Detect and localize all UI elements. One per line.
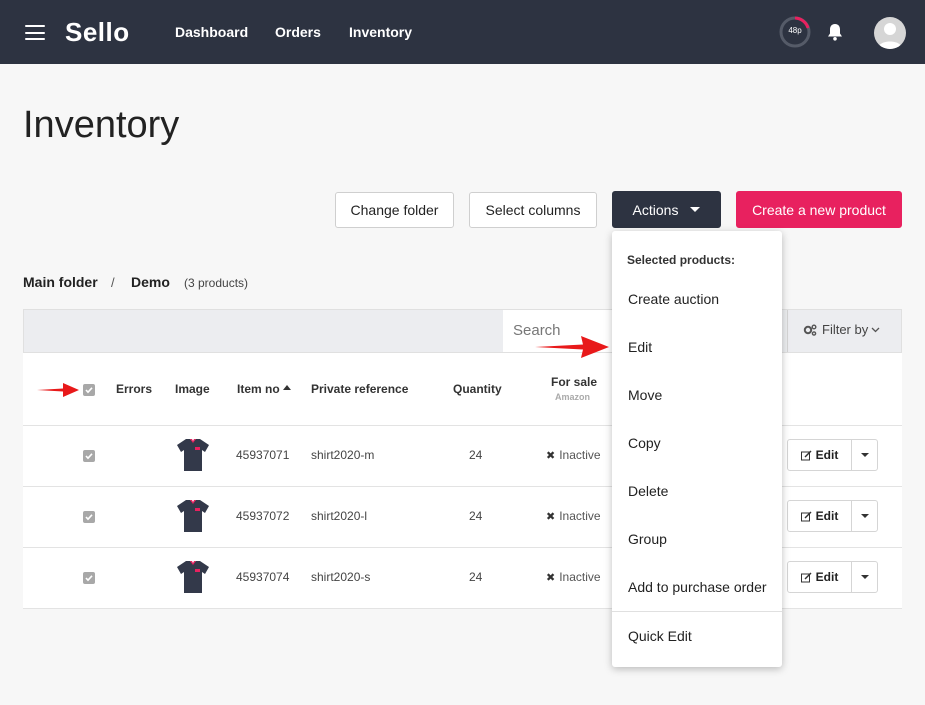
product-count: (3 products) xyxy=(184,276,249,290)
create-product-button[interactable]: Create a new product xyxy=(736,191,902,228)
shirt-thumbnail-icon[interactable] xyxy=(176,498,210,534)
check-icon xyxy=(85,453,93,460)
row-checkbox[interactable] xyxy=(83,511,95,523)
red-arrow-annotation-icon xyxy=(535,336,609,358)
private-reference: shirt2020-l xyxy=(311,509,368,523)
edit-button[interactable]: Edit xyxy=(788,562,852,592)
select-all-checkbox[interactable] xyxy=(83,384,95,396)
actions-dropdown-menu: Selected products: Create auction Edit M… xyxy=(612,231,782,667)
edit-label: Edit xyxy=(815,570,839,584)
status-badge: ✖ Inactive xyxy=(546,509,601,523)
menu-item-add-to-purchase-order[interactable]: Add to purchase order xyxy=(628,579,767,595)
row-edit-split-button: Edit xyxy=(787,500,878,532)
check-icon xyxy=(85,514,93,521)
edit-button[interactable]: Edit xyxy=(788,440,852,470)
menu-item-quick-edit[interactable]: Quick Edit xyxy=(628,628,692,644)
filter-by-button[interactable]: Filter by xyxy=(803,322,885,337)
progress-indicator[interactable]: 48p xyxy=(779,16,811,48)
filter-by-label: Filter by xyxy=(822,322,869,337)
breadcrumb-main-folder[interactable]: Main folder xyxy=(23,274,98,290)
item-no: 45937071 xyxy=(236,448,290,462)
row-checkbox[interactable] xyxy=(83,450,95,462)
edit-dropdown-toggle[interactable] xyxy=(852,501,877,531)
menu-item-create-auction[interactable]: Create auction xyxy=(628,291,719,307)
edit-dropdown-toggle[interactable] xyxy=(852,440,877,470)
edit-icon xyxy=(800,511,812,521)
edit-button[interactable]: Edit xyxy=(788,501,852,531)
private-reference: shirt2020-m xyxy=(311,448,375,462)
app-logo[interactable]: Sello xyxy=(65,17,130,48)
menu-item-move[interactable]: Move xyxy=(628,387,662,403)
caret-down-icon xyxy=(690,207,701,212)
private-reference: shirt2020-s xyxy=(311,570,371,584)
x-icon: ✖ xyxy=(546,510,556,523)
header-image: Image xyxy=(175,382,210,396)
user-avatar[interactable] xyxy=(874,17,906,49)
filter-divider xyxy=(787,310,788,352)
actions-button[interactable]: Actions xyxy=(612,191,721,228)
edit-label: Edit xyxy=(815,448,839,462)
hamburger-menu-icon[interactable] xyxy=(25,25,45,40)
status-label: Inactive xyxy=(559,509,601,523)
x-icon: ✖ xyxy=(546,449,556,462)
edit-dropdown-toggle[interactable] xyxy=(852,562,877,592)
caret-down-icon xyxy=(860,514,869,518)
shirt-thumbnail-icon[interactable] xyxy=(176,437,210,473)
nav-dashboard[interactable]: Dashboard xyxy=(175,24,248,40)
status-label: Inactive xyxy=(559,448,601,462)
menu-item-edit[interactable]: Edit xyxy=(628,339,652,355)
check-icon xyxy=(85,387,93,394)
nav-orders[interactable]: Orders xyxy=(275,24,321,40)
edit-label: Edit xyxy=(815,509,839,523)
user-silhouette-icon xyxy=(878,23,902,49)
header-item-no-label: Item no xyxy=(237,382,280,396)
row-edit-split-button: Edit xyxy=(787,561,878,593)
bell-icon[interactable] xyxy=(825,22,845,42)
sort-up-icon xyxy=(283,385,292,390)
red-arrow-annotation-icon xyxy=(37,383,79,397)
status-label: Inactive xyxy=(559,570,601,584)
shirt-thumbnail-icon[interactable] xyxy=(176,559,210,595)
menu-item-group[interactable]: Group xyxy=(628,531,667,547)
item-no: 45937074 xyxy=(236,570,290,584)
row-edit-split-button: Edit xyxy=(787,439,878,471)
gears-icon xyxy=(803,324,817,336)
header-errors[interactable]: Errors xyxy=(116,382,152,396)
menu-item-copy[interactable]: Copy xyxy=(628,435,661,451)
top-navbar: Sello Dashboard Orders Inventory 48p xyxy=(0,0,925,64)
status-badge: ✖ Inactive xyxy=(546,570,601,584)
chevron-down-icon xyxy=(871,327,880,332)
page-title: Inventory xyxy=(23,104,180,146)
status-badge: ✖ Inactive xyxy=(546,448,601,462)
dropdown-header: Selected products: xyxy=(627,253,736,267)
x-icon: ✖ xyxy=(546,571,556,584)
breadcrumb-separator: / xyxy=(111,275,115,290)
nav-inventory[interactable]: Inventory xyxy=(349,24,412,40)
item-no: 45937072 xyxy=(236,509,290,523)
header-private-reference[interactable]: Private reference xyxy=(311,382,408,396)
edit-icon xyxy=(800,450,812,460)
quantity: 24 xyxy=(469,570,483,584)
check-icon xyxy=(85,575,93,582)
edit-icon xyxy=(800,572,812,582)
header-quantity[interactable]: Quantity xyxy=(453,382,502,396)
caret-down-icon xyxy=(860,575,869,579)
quantity: 24 xyxy=(469,448,483,462)
header-for-sale[interactable]: For sale xyxy=(551,375,597,389)
header-for-sale-channel: Amazon xyxy=(555,392,591,402)
change-folder-button[interactable]: Change folder xyxy=(335,192,454,228)
quantity: 24 xyxy=(469,509,483,523)
progress-label: 48p xyxy=(788,26,802,35)
caret-down-icon xyxy=(860,453,869,457)
header-item-no[interactable]: Item no xyxy=(237,382,292,396)
menu-item-delete[interactable]: Delete xyxy=(628,483,668,499)
row-checkbox[interactable] xyxy=(83,572,95,584)
select-columns-button[interactable]: Select columns xyxy=(469,192,597,228)
dropdown-divider xyxy=(612,611,782,612)
breadcrumb-current[interactable]: Demo xyxy=(131,274,170,290)
actions-label: Actions xyxy=(632,201,679,218)
